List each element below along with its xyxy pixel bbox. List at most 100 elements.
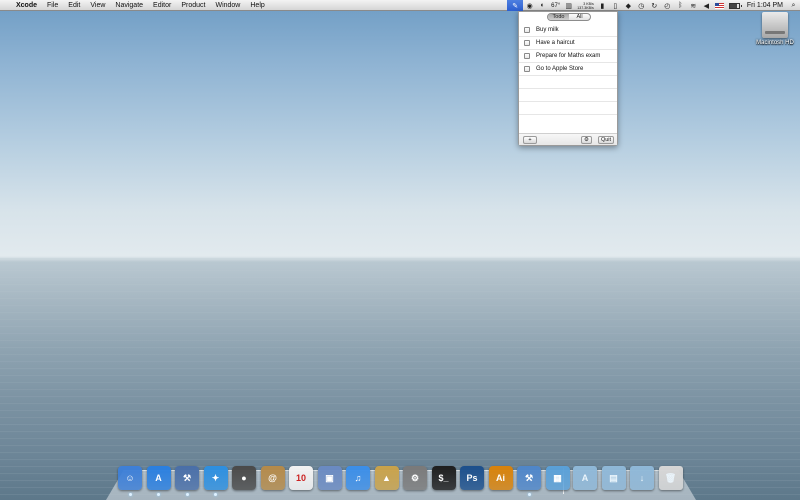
task-item[interactable]: Have a haircut — [519, 37, 617, 50]
volume-icon[interactable]: ◀ — [700, 0, 713, 11]
task-list: Buy milk Have a haircut Prepare for Math… — [519, 24, 617, 115]
empty-row — [519, 76, 617, 89]
water-ripple — [0, 305, 800, 306]
bluetooth-icon[interactable]: ᛒ — [674, 0, 687, 11]
menu-editor[interactable]: Editor — [148, 0, 176, 11]
xcode-icon[interactable]: ⚒ — [517, 466, 541, 490]
hard-drive-label[interactable]: Macintosh HD — [752, 40, 798, 46]
cpu-graph-icon[interactable]: ▥ — [562, 0, 575, 11]
input-source-flag-icon[interactable] — [714, 2, 724, 9]
running-indicator — [157, 493, 160, 496]
sync-icon[interactable]: ◉ — [523, 0, 536, 11]
address-book-icon[interactable]: @ — [260, 466, 285, 490]
todo-menu-extra-icon[interactable]: ✎ — [507, 0, 524, 11]
disk-activity-icon[interactable]: ▯ — [609, 0, 622, 11]
menu-extras: ✎ ◉ ◐ 67° ▥ 3 KB/s 137.3KB/s ▮ ▯ ◆ ◷ ↻ ◴… — [507, 0, 800, 11]
itunes-icon[interactable]: ♫ — [346, 466, 370, 490]
task-label: Buy milk — [536, 27, 559, 33]
water-ripple — [0, 410, 800, 411]
todo-popover: Todo All Buy milk Have a haircut Prepare… — [518, 11, 618, 146]
task-checkbox[interactable] — [524, 53, 530, 59]
temperature-readout[interactable]: 67° — [549, 3, 562, 9]
task-item[interactable]: Go to Apple Store — [519, 63, 617, 76]
clock-app-icon[interactable]: ◴ — [661, 0, 674, 11]
tab-all[interactable]: All — [569, 14, 590, 20]
wifi-icon[interactable]: ≋ — [687, 0, 700, 11]
tab-todo[interactable]: Todo — [548, 14, 569, 20]
water-ripple — [0, 361, 800, 362]
task-checkbox[interactable] — [524, 66, 530, 72]
task-checkbox[interactable] — [524, 27, 530, 33]
terminal-icon[interactable]: $_ — [431, 466, 456, 490]
quit-button[interactable]: Quit — [598, 136, 614, 144]
photoshop-icon[interactable]: Ps — [460, 466, 484, 490]
task-checkbox[interactable] — [524, 40, 530, 46]
running-indicator — [185, 493, 189, 496]
menu-product[interactable]: Product — [176, 0, 210, 11]
empty-row — [519, 89, 617, 102]
ical-icon[interactable]: 10 — [289, 466, 313, 490]
illustrator-icon[interactable]: Ai — [488, 466, 513, 490]
trash-icon[interactable]: 🗑 — [658, 466, 683, 490]
hard-drive[interactable]: Macintosh HD — [752, 12, 798, 46]
water-ripple — [0, 375, 800, 376]
water-ripple — [0, 424, 800, 425]
menu-edit[interactable]: Edit — [63, 0, 85, 11]
downloads-folder-icon[interactable]: ↓ — [630, 466, 654, 490]
water-ripple — [0, 396, 800, 397]
task-label: Have a haircut — [536, 40, 575, 46]
task-label: Go to Apple Store — [536, 66, 584, 72]
spotlight-icon[interactable]: ⌕ — [787, 0, 800, 11]
task-item[interactable]: Prepare for Maths exam — [519, 50, 617, 63]
water-ripple — [0, 459, 800, 460]
app-menu[interactable]: Xcode — [11, 0, 42, 11]
network-speed-readout[interactable]: 3 KB/s 137.3KB/s — [575, 2, 596, 10]
simulator-icon[interactable]: ▦ — [545, 466, 570, 490]
preview-icon[interactable]: ▣ — [317, 466, 342, 490]
xcode-instruments-icon[interactable]: ⚒ — [175, 466, 199, 490]
water-ripple — [0, 389, 800, 390]
network-down-text: 137.3KB/s — [577, 5, 594, 10]
empty-row — [519, 102, 617, 115]
menu-help[interactable]: Help — [245, 0, 269, 11]
menu-file[interactable]: File — [42, 0, 63, 11]
water-ripple — [0, 291, 800, 292]
menu-bar: Xcode File Edit View Navigate Editor Pro… — [0, 0, 800, 11]
horizon-line — [0, 258, 800, 260]
water-ripple — [0, 452, 800, 453]
dropbox-icon[interactable]: ◆ — [622, 0, 635, 11]
task-item[interactable]: Buy milk — [519, 24, 617, 37]
documents-folder-icon[interactable]: ▤ — [601, 466, 626, 490]
water-ripple — [0, 326, 800, 327]
water-ripple — [0, 340, 800, 341]
battery-icon[interactable] — [728, 2, 742, 9]
menu-window[interactable]: Window — [210, 0, 245, 11]
applications-folder-icon[interactable]: A — [573, 466, 597, 490]
menu-navigate[interactable]: Navigate — [110, 0, 148, 11]
popover-footer: + ⚙ Quit — [519, 133, 617, 145]
hard-drive-icon[interactable] — [762, 12, 788, 38]
finder-icon[interactable]: ☺ — [118, 466, 142, 490]
time-machine-icon[interactable]: ◷ — [635, 0, 648, 11]
iphoto-icon[interactable]: ▲ — [374, 466, 399, 490]
safari-icon[interactable]: ✦ — [203, 466, 228, 490]
gear-icon[interactable]: ⚙ — [581, 136, 592, 144]
water-ripple — [0, 298, 800, 299]
menu-view[interactable]: View — [85, 0, 110, 11]
facetime-icon[interactable]: ● — [232, 466, 256, 490]
water-ripple — [0, 417, 800, 418]
menu-bar-clock[interactable]: Fri 1:04 PM — [743, 2, 787, 9]
water-ripple — [0, 382, 800, 383]
add-task-button[interactable]: + — [523, 136, 537, 144]
sync-arrows-icon[interactable]: ↻ — [648, 0, 661, 11]
running-indicator — [128, 493, 132, 496]
water-ripple — [0, 403, 800, 404]
memory-icon[interactable]: ▮ — [596, 0, 609, 11]
app-store-icon[interactable]: A — [146, 466, 171, 490]
water-ripple — [0, 368, 800, 369]
system-preferences-icon[interactable]: ⚙ — [403, 466, 427, 490]
running-indicator — [527, 493, 531, 496]
water-ripple — [0, 284, 800, 285]
water-ripple — [0, 347, 800, 348]
thermometer-icon[interactable]: ◐ — [536, 0, 549, 11]
